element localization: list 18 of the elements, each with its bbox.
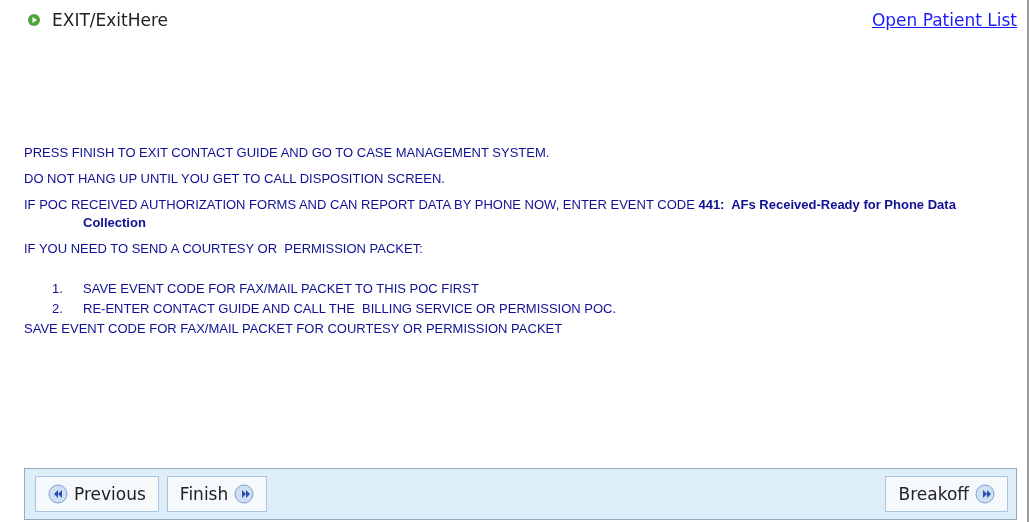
rewind-icon: [48, 484, 68, 504]
instruction-text: PRESS FINISH TO EXIT CONTACT GUIDE AND GO TO CASE MANAGEMENT SYSTEM.: [24, 144, 551, 162]
list-number: 2.: [52, 300, 64, 318]
navigation-button[interactable]: Finish: [166, 476, 268, 512]
instruction-text: SAVE EVENT CODE FOR FAX/MAIL PACKET FOR COURTESY OR PERMISSION PACKET: [24, 320, 564, 338]
navigation-button[interactable]: Previous: [35, 476, 159, 512]
instruction-text: IF YOU NEED TO SEND A COURTESY OR PERMISSION PACKET:: [24, 240, 424, 258]
fast-forward-icon: [975, 484, 995, 504]
list-number: 1.: [52, 280, 64, 298]
play-icon: [28, 14, 40, 26]
instruction-text: IF POC RECEIVED AUTHORIZATION FORMS AND CAN REPORT DATA BY PHONE NOW, ENTER EVENT CODE 441: AFs Received-Ready for Phone Data Collection: [24, 196, 957, 232]
fast-forward-icon: [234, 484, 255, 504]
instruction-text: DO NOT HANG UP UNTIL YOU GET TO CALL DISPOSITION SCREEN.: [24, 170, 446, 188]
instruction-text: SAVE EVENT CODE FOR FAX/MAIL PACKET TO THIS POC FIRST: [83, 280, 479, 298]
instruction-text: RE-ENTER CONTACT GUIDE AND CALL THE BILLING SERVICE OR PERMISSION POC.: [83, 300, 617, 318]
page-title: EXIT/ExitHere: [52, 10, 169, 30]
navigation-button[interactable]: Breakoff: [885, 476, 1008, 512]
open-patient-list-link[interactable]: Open Patient List: [871, 10, 1017, 30]
